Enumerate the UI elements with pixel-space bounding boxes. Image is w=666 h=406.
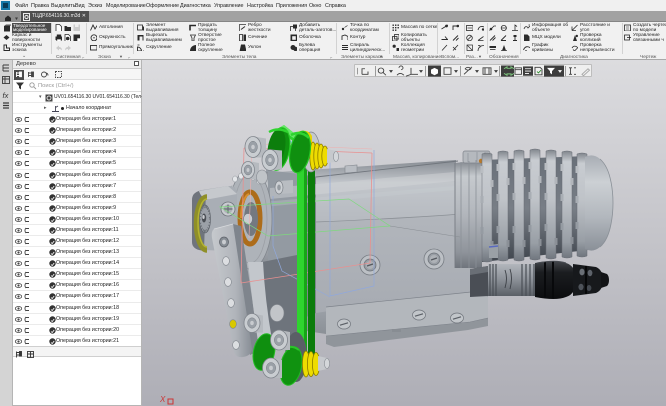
svg-text:fx: fx — [3, 91, 9, 100]
svg-text:X: X — [159, 395, 166, 404]
